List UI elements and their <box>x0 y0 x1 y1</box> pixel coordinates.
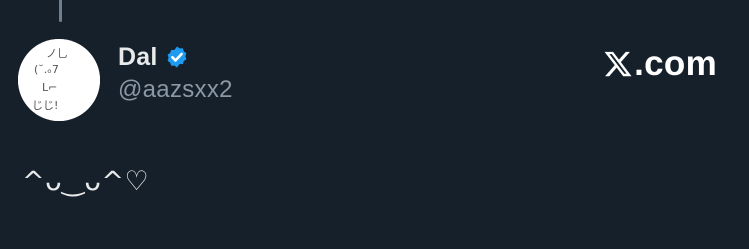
name-row: Dal <box>118 40 233 74</box>
avatar-kaomoji-art: ノ乚 (˘.ₒ7 L⌐ じじ! <box>18 39 100 121</box>
avatar[interactable]: ノ乚 (˘.ₒ7 L⌐ じじ! <box>18 39 100 121</box>
avatar-art-line-2: (˘.ₒ7 <box>34 63 59 76</box>
verified-badge-icon <box>167 46 186 68</box>
avatar-art-line-3: L⌐ <box>42 81 57 94</box>
display-name[interactable]: Dal <box>118 43 158 72</box>
site-branding: .com <box>603 42 717 86</box>
user-handle[interactable]: @aazsxx2 <box>118 76 233 104</box>
author-identity: Dal @aazsxx2 <box>118 40 233 104</box>
site-domain: .com <box>634 44 717 83</box>
thread-connector-line <box>59 0 62 22</box>
avatar-art-line-1: ノ乚 <box>46 47 68 60</box>
avatar-art-line-4: じじ! <box>32 99 58 112</box>
x-logo-icon <box>604 51 632 77</box>
tweet-text: ^ᴗ‿ᴗ^♡ <box>22 166 150 197</box>
